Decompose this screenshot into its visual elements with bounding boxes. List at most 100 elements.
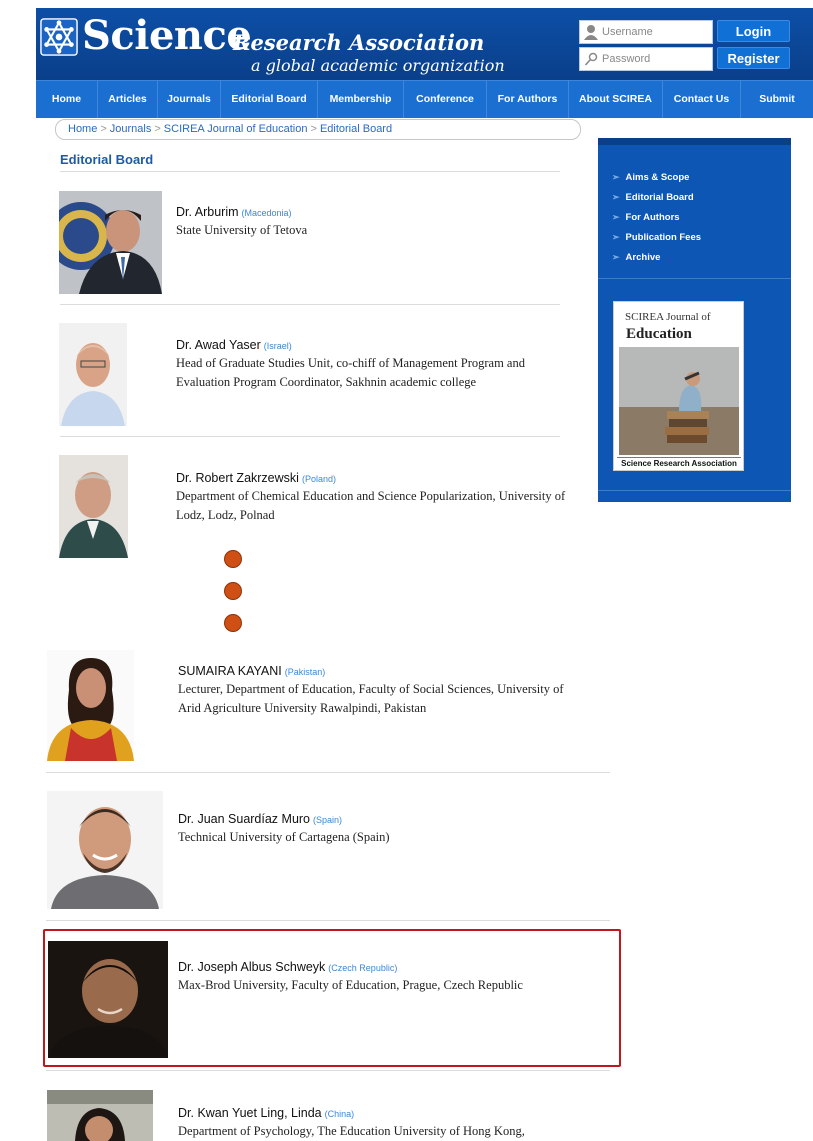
journal-cover-image xyxy=(619,347,739,455)
user-icon xyxy=(584,25,598,40)
sidebar-top-bar xyxy=(598,138,791,145)
logo-subtitle: Research Association xyxy=(233,30,485,55)
member-photo-sumaira-kayani[interactable] xyxy=(47,650,134,761)
arrow-bullet-icon: ➣ xyxy=(612,252,620,262)
main-nav: Home Articles Journals Editorial Board M… xyxy=(36,80,813,118)
nav-submit[interactable]: Submit xyxy=(741,81,813,118)
site-header: Science Research Association a global ac… xyxy=(36,8,813,80)
member-country[interactable]: (China) xyxy=(325,1109,355,1119)
ellipsis-dot xyxy=(224,582,242,600)
nav-journals[interactable]: Journals xyxy=(158,81,221,118)
member-country[interactable]: (Pakistan) xyxy=(285,667,326,677)
logo-tagline: a global academic organization xyxy=(251,56,505,75)
member-name-text: SUMAIRA KAYANI xyxy=(178,664,282,678)
member-affiliation: Department of Chemical Education and Sci… xyxy=(176,489,566,522)
journal-cover-publisher: Science Research Association xyxy=(617,457,741,469)
member-affiliation: State University of Tetova xyxy=(176,223,308,237)
username-input[interactable]: Username xyxy=(579,20,713,44)
member-affiliation: Max-Brod University, Faculty of Educatio… xyxy=(178,978,523,992)
member-name-text: Dr. Robert Zakrzewski xyxy=(176,471,299,485)
member-photo-arburim[interactable] xyxy=(59,191,162,294)
breadcrumb-journals[interactable]: Journals xyxy=(110,123,152,135)
nav-for-authors[interactable]: For Authors xyxy=(487,81,569,118)
member-name: Dr. Robert Zakrzewski (Poland) xyxy=(176,471,336,485)
member-affiliation: Lecturer, Department of Education, Facul… xyxy=(178,682,564,715)
nav-membership[interactable]: Membership xyxy=(318,81,404,118)
breadcrumb-separator: > xyxy=(310,123,317,135)
nav-articles[interactable]: Articles xyxy=(98,81,158,118)
member-affiliation: Technical University of Cartagena (Spain… xyxy=(178,830,390,844)
member-name-text: Dr. Awad Yaser xyxy=(176,338,261,352)
nav-editorial-board[interactable]: Editorial Board xyxy=(221,81,318,118)
arrow-bullet-icon: ➣ xyxy=(612,172,620,182)
sidebar-link-label: Publication Fees xyxy=(625,232,702,243)
register-button[interactable]: Register xyxy=(717,47,790,69)
sidebar-link-label: For Authors xyxy=(625,212,680,223)
sidebar-link-archive[interactable]: ➣ Archive xyxy=(612,252,660,263)
divider xyxy=(60,304,560,305)
member-affiliation: Department of Psychology, The Education … xyxy=(178,1124,525,1138)
page-title: Editorial Board xyxy=(60,152,154,167)
ellipsis-dot xyxy=(224,550,242,568)
sidebar-divider xyxy=(598,490,791,491)
key-icon xyxy=(584,52,598,66)
arrow-bullet-icon: ➣ xyxy=(612,192,620,202)
member-name-text: Dr. Joseph Albus Schweyk xyxy=(178,960,326,974)
arrow-bullet-icon: ➣ xyxy=(612,212,620,222)
sidebar-link-for-authors[interactable]: ➣ For Authors xyxy=(612,212,680,223)
logo-title[interactable]: Science xyxy=(82,12,252,60)
nav-home[interactable]: Home xyxy=(36,81,98,118)
breadcrumb-separator: > xyxy=(100,123,107,135)
divider xyxy=(46,1070,610,1071)
breadcrumb: Home > Journals > SCIREA Journal of Educatio… xyxy=(55,119,581,140)
member-name: Dr. Juan Suardíaz Muro (Spain) xyxy=(178,812,342,826)
member-affiliation: Head of Graduate Studies Unit, co-chiff … xyxy=(176,356,525,389)
member-photo-kwan-yuet-ling[interactable] xyxy=(47,1090,153,1141)
member-country[interactable]: (Poland) xyxy=(302,474,336,484)
member-name: Dr. Joseph Albus Schweyk (Czech Republic) xyxy=(178,960,397,974)
username-placeholder: Username xyxy=(602,26,653,38)
journal-cover-series: SCIREA Journal of xyxy=(625,311,711,323)
breadcrumb-journal[interactable]: SCIREA Journal of Education xyxy=(164,123,308,135)
sidebar: ➣ Aims & Scope ➣ Editorial Board ➣ For Auth… xyxy=(598,138,791,502)
sidebar-link-aims-scope[interactable]: ➣ Aims & Scope xyxy=(612,172,689,183)
sidebar-link-label: Archive xyxy=(625,252,661,263)
breadcrumb-current[interactable]: Editorial Board xyxy=(320,123,392,135)
member-name: Dr. Awad Yaser (Israel) xyxy=(176,338,292,352)
member-name-text: Dr. Arburim xyxy=(176,205,239,219)
password-placeholder: Password xyxy=(602,53,651,65)
sidebar-divider xyxy=(598,278,791,279)
journal-cover[interactable]: SCIREA Journal of Education Science Rese… xyxy=(613,301,744,471)
member-name: Dr. Kwan Yuet Ling, Linda (China) xyxy=(178,1106,354,1120)
arrow-bullet-icon: ➣ xyxy=(612,232,620,242)
divider xyxy=(46,920,610,921)
nav-conference[interactable]: Conference xyxy=(404,81,487,118)
sidebar-link-label: Editorial Board xyxy=(625,192,694,203)
nav-about-scirea[interactable]: About SCIREA xyxy=(569,81,663,118)
ellipsis-dot xyxy=(224,614,242,632)
member-name: SUMAIRA KAYANI (Pakistan) xyxy=(178,664,325,678)
logo-star-icon xyxy=(40,18,78,56)
sidebar-link-label: Aims & Scope xyxy=(625,172,690,183)
member-name-text: Dr. Juan Suardíaz Muro xyxy=(178,812,311,826)
member-country[interactable]: (Czech Republic) xyxy=(328,963,397,973)
divider xyxy=(60,436,560,437)
nav-contact-us[interactable]: Contact Us xyxy=(663,81,741,118)
member-photo-robert-zakrzewski[interactable] xyxy=(59,455,128,558)
divider xyxy=(46,772,610,773)
member-country[interactable]: (Macedonia) xyxy=(242,208,292,218)
breadcrumb-separator: > xyxy=(154,123,161,135)
login-button[interactable]: Login xyxy=(717,20,790,42)
breadcrumb-home[interactable]: Home xyxy=(68,123,97,135)
password-input[interactable]: Password xyxy=(579,47,713,71)
journal-cover-title: Education xyxy=(626,326,692,342)
divider xyxy=(60,171,560,172)
member-country[interactable]: (Spain) xyxy=(313,815,342,825)
member-photo-juan-suardiaz-muro[interactable] xyxy=(47,791,163,909)
member-photo-awad-yaser[interactable] xyxy=(59,323,127,426)
sidebar-link-editorial-board[interactable]: ➣ Editorial Board xyxy=(612,192,694,203)
sidebar-link-publication-fees[interactable]: ➣ Publication Fees xyxy=(612,232,701,243)
member-photo-joseph-albus-schweyk[interactable] xyxy=(48,941,168,1058)
member-name-text: Dr. Kwan Yuet Ling, Linda xyxy=(178,1106,322,1120)
member-country[interactable]: (Israel) xyxy=(264,341,292,351)
